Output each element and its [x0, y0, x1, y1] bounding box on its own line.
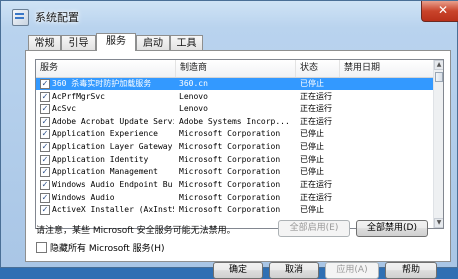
service-status: 已停止 — [300, 205, 324, 214]
table-row[interactable]: ✓ 360 杀毒实时防护加载服务 360.cn 已停止 — [36, 78, 433, 90]
service-status: 已停止 — [300, 129, 324, 138]
service-name: ActiveX Installer (AxInstSV) — [52, 205, 174, 214]
hide-ms-services-label: 隐藏所有 Microsoft 服务(H) — [50, 244, 165, 254]
tab-boot[interactable]: 引导 — [61, 35, 96, 50]
service-name: Windows Audio Endpoint Bu... — [52, 180, 174, 189]
service-manufacturer: Microsoft Corporation — [179, 180, 281, 189]
scroll-down-arrow-icon[interactable]: ▼ — [434, 218, 443, 228]
service-checkbox[interactable]: ✓ — [40, 142, 50, 152]
title-bar: 系统配置 ✕ — [1, 1, 458, 31]
table-row[interactable]: ✓ Application Layer Gateway... Microsoft… — [36, 141, 433, 153]
service-manufacturer: Lenovo — [179, 92, 208, 101]
services-panel: 服务 制造商 状态 禁用日期 ✓ 360 杀毒实时防护加载服务 360.cn 已… — [25, 50, 451, 262]
service-status: 正在运行 — [300, 92, 332, 101]
tab-general[interactable]: 常规 — [28, 35, 61, 50]
window-title: 系统配置 — [35, 11, 79, 24]
service-name: AcPrfMgrSvc — [52, 92, 105, 101]
ok-button[interactable]: 确定 — [213, 262, 263, 279]
service-name: Application Experience — [52, 129, 158, 138]
service-manufacturer: Microsoft Corporation — [179, 129, 281, 138]
column-disabled-date[interactable]: 禁用日期 — [340, 60, 433, 77]
cancel-button[interactable]: 取消 — [269, 262, 319, 279]
service-status: 正在运行 — [300, 180, 332, 189]
service-manufacturer: Microsoft Corporation — [179, 205, 281, 214]
service-status: 正在运行 — [300, 193, 332, 202]
column-manufacturer[interactable]: 制造商 — [176, 60, 296, 77]
hide-ms-services-checkbox[interactable] — [36, 242, 47, 253]
service-name: AcSvc — [52, 104, 77, 113]
table-row[interactable]: ✓ AcPrfMgrSvc Lenovo 正在运行 — [36, 91, 433, 103]
service-checkbox[interactable]: ✓ — [40, 180, 50, 190]
service-checkbox[interactable]: ✓ — [40, 79, 50, 89]
service-checkbox[interactable]: ✓ — [40, 92, 50, 102]
service-status: 已停止 — [300, 79, 324, 88]
ms-services-note: 请注意，某些 Microsoft 安全服务可能无法禁用。 — [36, 226, 236, 236]
table-row[interactable]: ✓ Application Identity Microsoft Corpora… — [36, 154, 433, 166]
service-name: Application Layer Gateway... — [52, 142, 174, 151]
service-checkbox[interactable]: ✓ — [40, 129, 50, 139]
service-manufacturer: 360.cn — [179, 79, 208, 88]
service-name: Application Identity — [52, 155, 149, 164]
tab-services[interactable]: 服务 — [96, 33, 136, 51]
system-config-icon — [12, 9, 29, 26]
table-row[interactable]: ✓ Adobe Acrobat Update Service Adobe Sys… — [36, 116, 433, 128]
enable-all-button[interactable]: 全部启用(E) — [278, 220, 350, 237]
list-header: 服务 制造商 状态 禁用日期 — [36, 60, 433, 78]
table-row[interactable]: ✓ Windows Audio Microsoft Corporation 正在… — [36, 192, 433, 204]
tab-startup[interactable]: 启动 — [136, 35, 170, 50]
table-row[interactable]: ✓ ActiveX Installer (AxInstSV) Microsoft… — [36, 204, 433, 216]
service-checkbox[interactable]: ✓ — [40, 167, 50, 177]
services-list[interactable]: 服务 制造商 状态 禁用日期 ✓ 360 杀毒实时防护加载服务 360.cn 已… — [35, 59, 444, 229]
service-checkbox[interactable]: ✓ — [40, 104, 50, 114]
table-row[interactable]: ✓ Application Experience Microsoft Corpo… — [36, 128, 433, 140]
service-name: Adobe Acrobat Update Service — [52, 117, 174, 126]
apply-button[interactable]: 应用(A) — [325, 262, 379, 279]
service-manufacturer: Microsoft Corporation — [179, 142, 281, 151]
service-status: 正在运行 — [300, 117, 332, 126]
table-row[interactable]: ✓ AcSvc Lenovo 正在运行 — [36, 103, 433, 115]
service-status: 已停止 — [300, 142, 324, 151]
service-checkbox[interactable]: ✓ — [40, 155, 50, 165]
service-checkbox[interactable]: ✓ — [40, 193, 50, 203]
table-row[interactable]: ✓ Windows Audio Endpoint Bu... Microsoft… — [36, 179, 433, 191]
service-name: Windows Audio — [52, 193, 115, 202]
service-status: 正在运行 — [300, 104, 332, 113]
column-service[interactable]: 服务 — [36, 60, 176, 77]
service-checkbox[interactable]: ✓ — [40, 117, 50, 127]
scrollbar-thumb[interactable] — [435, 72, 443, 82]
close-button[interactable]: ✕ — [421, 1, 458, 22]
service-manufacturer: Microsoft Corporation — [179, 167, 281, 176]
service-manufacturer: Microsoft Corporation — [179, 193, 281, 202]
service-status: 已停止 — [300, 155, 324, 164]
help-button[interactable]: 帮助 — [385, 262, 437, 279]
service-manufacturer: Lenovo — [179, 104, 208, 113]
service-manufacturer: Microsoft Corporation — [179, 155, 281, 164]
table-row[interactable]: ✓ Application Management Microsoft Corpo… — [36, 166, 433, 178]
scroll-up-arrow-icon[interactable]: ▲ — [434, 60, 443, 70]
service-name: Application Management — [52, 167, 158, 176]
service-checkbox[interactable]: ✓ — [40, 205, 50, 215]
disable-all-button[interactable]: 全部禁用(D) — [356, 220, 428, 237]
system-configuration-window: 系统配置 ✕ 常规 引导 服务 启动 工具 服务 制造商 状态 禁用日期 ✓ 3… — [0, 0, 458, 279]
service-name: 360 杀毒实时防护加载服务 — [52, 79, 152, 88]
tab-tools[interactable]: 工具 — [170, 35, 203, 50]
service-manufacturer: Adobe Systems Incorp... — [179, 117, 290, 126]
service-status: 已停止 — [300, 167, 324, 176]
vertical-scrollbar[interactable]: ▲ ▼ — [433, 60, 443, 228]
column-status[interactable]: 状态 — [296, 60, 340, 77]
